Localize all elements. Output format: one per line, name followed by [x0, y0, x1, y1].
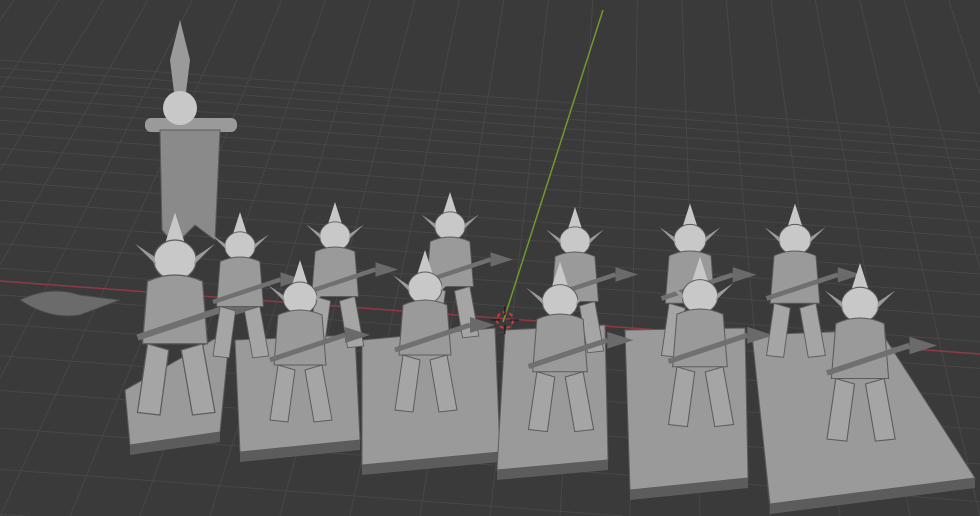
grid-line [0, 0, 60, 90]
banner-cloth [159, 129, 221, 246]
grid-line [0, 0, 15, 21]
grid-line [0, 119, 980, 195]
miniature-models[interactable] [19, 20, 976, 514]
axe-blade [19, 290, 121, 317]
banner-spike [170, 20, 190, 100]
viewport-scene[interactable] [0, 0, 980, 516]
grid-line [0, 0, 149, 266]
grid-line [0, 67, 980, 142]
grid-line [0, 163, 980, 239]
grid-line [948, 0, 980, 95]
grid-line [903, 0, 980, 269]
grid-line [0, 181, 980, 256]
grid-line [0, 200, 980, 275]
banner-skull [163, 91, 197, 125]
3d-viewport[interactable] [0, 0, 980, 516]
grid-line [0, 0, 104, 171]
